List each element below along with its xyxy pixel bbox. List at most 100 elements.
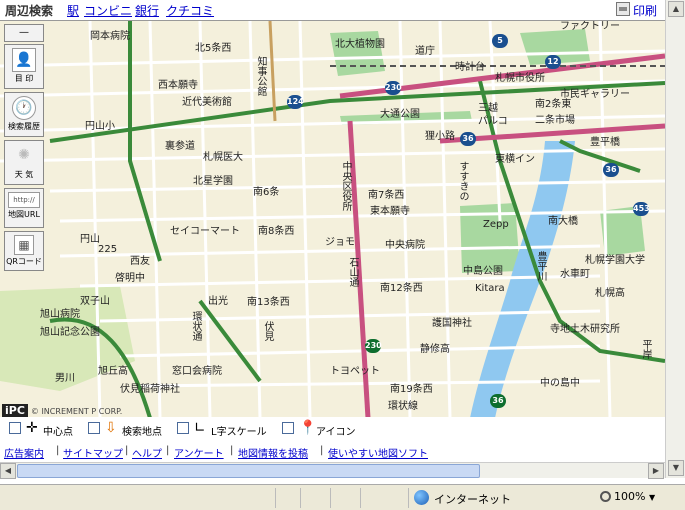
map-label: 北大植物園 [335, 39, 385, 50]
map-label: 北星学園 [193, 176, 233, 187]
weather-button[interactable]: ✺ 天 気 [4, 140, 44, 185]
footer-separator: | [166, 445, 170, 456]
search-point-checkbox[interactable] [88, 422, 100, 434]
vertical-scrollbar[interactable]: ▲ ▼ [665, 0, 685, 478]
footer-link-post-map-info[interactable]: 地図情報を投稿 [238, 445, 308, 460]
map-label: 東本願寺 [370, 206, 410, 217]
map-label: セイコーマート [170, 226, 240, 237]
map-label: 円山小 [85, 121, 115, 132]
route-badge: 36 [460, 132, 476, 146]
map-canvas[interactable]: 岡本病院 北5条西 北大植物園 道庁 時計台 札幌市役所 ファクトリー 西本願寺… [0, 20, 665, 417]
pin-icon: 📍 [299, 420, 317, 436]
link-review[interactable]: クチコミ [166, 2, 214, 19]
map-label: 道庁 [415, 46, 435, 57]
map-label: 西友 [130, 256, 150, 267]
crosshair-icon: ✛ [26, 420, 38, 436]
horizontal-scrollbar[interactable]: ◀ ▶ [0, 462, 665, 479]
map-label: 豊平橋 [590, 137, 620, 148]
map-label: 石山通 [347, 257, 358, 287]
status-cell [275, 488, 295, 508]
map-label: 啓明中 [115, 273, 145, 284]
map-label: 知事公館 [255, 56, 266, 96]
scroll-down-icon[interactable]: ▼ [668, 460, 684, 476]
map-label: 裏参道 [165, 141, 195, 152]
map-label: 時計台 [455, 62, 485, 73]
qr-icon: ▦ [14, 235, 34, 255]
map-label: 225 [98, 244, 118, 255]
map-label: 男川 [55, 373, 75, 384]
landmark-button[interactable]: 👤 目 印 [4, 44, 44, 89]
map-label: 中央区役所 [340, 161, 351, 211]
route-badge: 36 [490, 394, 506, 408]
map-label: 岡本病院 [90, 31, 130, 42]
map-label: 南13条西 [247, 297, 290, 308]
scroll-right-icon[interactable]: ▶ [648, 463, 664, 479]
print-label: 印刷 [633, 4, 658, 18]
map-label: 札幌医大 [203, 152, 243, 163]
link-station[interactable]: 駅 [67, 2, 79, 19]
route-badge: 124 [287, 95, 304, 109]
copyright-text: © INCREMENT P CORP. [30, 407, 123, 416]
map-label: 寺地土木研究所 [550, 324, 620, 335]
map-label: 旭丘高 [98, 366, 128, 377]
map-label: 双子山 [80, 296, 110, 307]
status-bar: インターネット 100% ▼ [0, 484, 685, 510]
footer-link-ads[interactable]: 広告案内 [4, 445, 44, 460]
map-label: 護国神社 [432, 318, 472, 329]
globe-icon [414, 490, 429, 505]
footer-link-help[interactable]: ヘルプ [132, 445, 162, 460]
footer-link-survey[interactable]: アンケート [174, 445, 224, 460]
center-point-label: 中心点 [43, 427, 73, 438]
map-copyright: iPC © INCREMENT P CORP. [2, 404, 122, 417]
footer-separator: | [320, 445, 324, 456]
l-scale-checkbox[interactable] [177, 422, 189, 434]
map-label: 南8条西 [258, 226, 295, 237]
scroll-left-icon[interactable]: ◀ [0, 463, 16, 479]
minimize-icon: — [19, 27, 29, 38]
map-label: 静修高 [420, 344, 450, 355]
qr-code-button[interactable]: ▦ QRコード [4, 231, 44, 271]
map-label: 南19条西 [390, 384, 433, 395]
map-label: すすきの [457, 161, 468, 201]
person-icon: 👤 [12, 48, 36, 72]
map-label: 近代美術館 [182, 97, 232, 108]
map-label: 中の島中 [540, 378, 580, 389]
footer-link-map-software[interactable]: 使いやすい地図ソフト [328, 445, 428, 460]
print-button[interactable]: 印刷 [616, 1, 664, 19]
search-history-button[interactable]: 🕐 検索履歴 [4, 92, 44, 137]
minimize-toolbar-button[interactable]: — [4, 24, 44, 42]
center-point-checkbox[interactable] [9, 422, 21, 434]
map-label: 西本願寺 [158, 80, 198, 91]
link-bank[interactable]: 銀行 [135, 2, 159, 19]
icon-checkbox[interactable] [282, 422, 294, 434]
scroll-up-icon[interactable]: ▲ [668, 1, 684, 17]
l-scale-label: L字スケール [211, 427, 267, 438]
clock-icon: 🕐 [12, 96, 36, 120]
link-convenience-store[interactable]: コンビニ [84, 2, 132, 19]
map-label: ジョモ [325, 237, 355, 248]
status-cell [300, 488, 320, 508]
security-zone-label: インターネット [434, 493, 511, 506]
page-title: 周辺検索 [5, 4, 54, 18]
footer-link-sitemap[interactable]: サイトマップ [63, 445, 123, 460]
map-url-button[interactable]: http:// 地図URL [4, 188, 44, 228]
map-label: 南12条西 [380, 283, 423, 294]
footer-separator: | [230, 445, 234, 456]
footer-links: 広告案内 | サイトマップ | ヘルプ | アンケート | 地図情報を投稿 | … [0, 445, 665, 460]
horizontal-scroll-thumb[interactable] [17, 464, 480, 478]
route-badge: 36 [603, 163, 619, 177]
map-label: 豊平川 [535, 251, 546, 281]
zoom-control[interactable]: 100% ▼ [600, 490, 655, 503]
map-label: Kitara [475, 283, 505, 294]
map-label: 札幌市役所 [495, 73, 545, 84]
route-badge: 5 [492, 34, 508, 48]
l-scale-icon: ∟ [194, 420, 206, 436]
map-label: 中央病院 [385, 240, 425, 251]
route-badge: 453 [633, 202, 650, 216]
chevron-down-icon[interactable]: ▼ [649, 493, 655, 502]
map-label: 札幌高 [595, 288, 625, 299]
map-label: 南6条 [253, 187, 280, 198]
status-cell [330, 488, 350, 508]
map-label: 中島公園 [463, 266, 503, 277]
printer-icon [616, 2, 630, 16]
